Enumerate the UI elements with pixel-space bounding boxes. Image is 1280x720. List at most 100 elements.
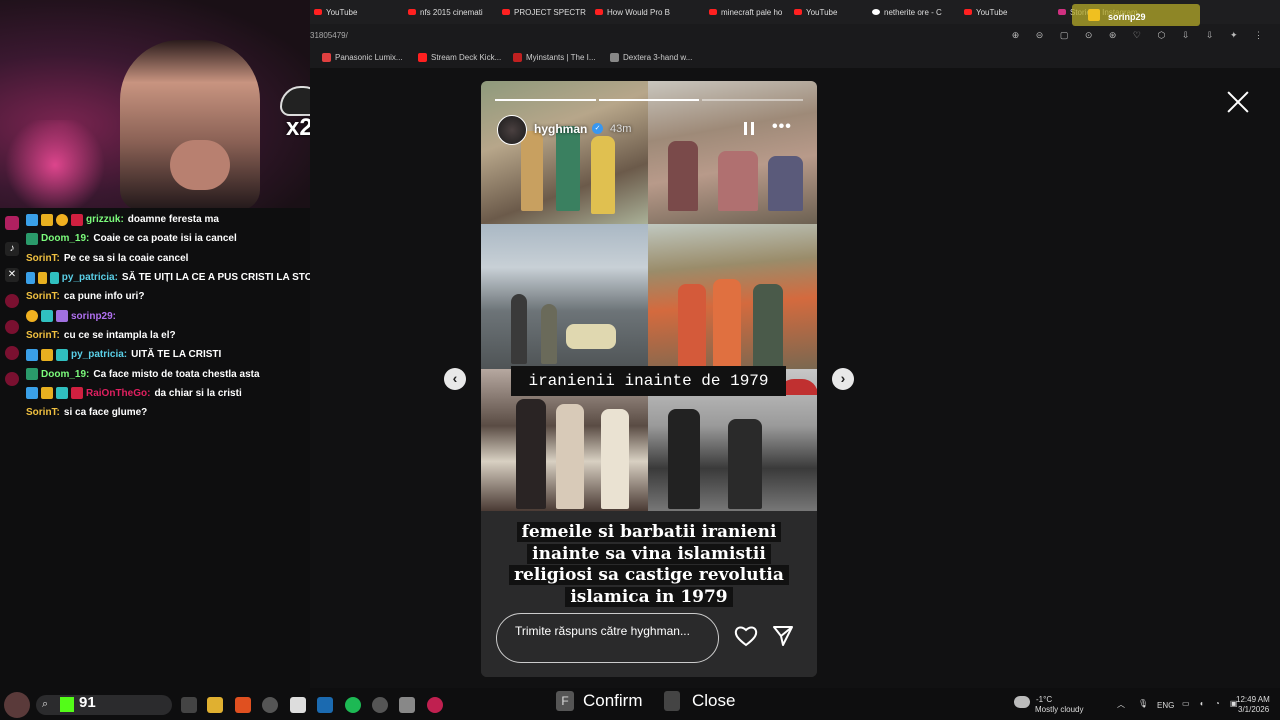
browser-tab[interactable]: netherite ore - C <box>872 6 942 18</box>
language-indicator[interactable]: ENG <box>1157 701 1174 710</box>
chat-text: Coaie ce ca poate isi ia cancel <box>93 233 237 245</box>
close-story-icon[interactable] <box>1226 90 1250 114</box>
chat-username[interactable]: py_patricia: <box>71 349 127 360</box>
browser-tab[interactable]: nfs 2015 cinemati <box>408 6 483 18</box>
youtube-icon <box>794 9 802 15</box>
chat-text: SĂ TE UIȚI LA CE A PUS CRISTI LA STORY <box>121 272 326 284</box>
chat-username[interactable]: Doom_19: <box>41 369 89 380</box>
x-icon: ✕ <box>5 268 19 282</box>
task-view-icon[interactable] <box>181 697 197 713</box>
browser-tab[interactable]: YouTube <box>964 6 1007 18</box>
social-icon-strip: ♪ ✕ <box>2 208 22 398</box>
tab-label: netherite ore - C <box>884 7 942 17</box>
next-story-button[interactable]: › <box>832 368 854 390</box>
browser-tab[interactable]: YouTube <box>314 6 357 18</box>
verified-icon: ✓ <box>592 123 603 134</box>
chat-badge-icon <box>49 271 59 284</box>
chat-badge-icon <box>56 348 68 361</box>
chat-message: sorinp29: <box>26 306 326 325</box>
chat-message: Doom_19: Ca face misto de toata chestla a… <box>26 364 326 383</box>
tab-label: YouTube <box>976 7 1008 17</box>
chat-message: SorinT: ca pune info uri? <box>26 287 326 306</box>
browser-toolbar-icons[interactable]: ⊕ ⊝ ▢ ⊙ ⊛ ♡ ⬡ ⇩ ⇩ ✦ ⋮ <box>1012 30 1270 41</box>
browser-tab[interactable]: YouTube <box>794 6 837 18</box>
chat-badge-icon <box>26 368 38 381</box>
bookmark-favicon-icon <box>610 53 619 62</box>
story-avatar[interactable] <box>497 115 527 145</box>
file-explorer-icon[interactable] <box>207 697 223 713</box>
chat-username[interactable]: py_patricia: <box>62 272 118 283</box>
chat-text: ca pune info uri? <box>63 291 145 303</box>
kick-viewer-count: 91 <box>79 694 96 711</box>
story-caption-bottom: femeile si barbatii iranieni inainte sa … <box>501 522 797 608</box>
youtube-icon <box>595 9 603 15</box>
chat-username[interactable]: grizzuk: <box>86 214 124 225</box>
bookmark-item[interactable]: Panasonic Lumix... <box>322 53 403 62</box>
neon-light <box>0 120 110 208</box>
address-bar[interactable]: 31805479/ ⊕ ⊝ ▢ ⊙ ⊛ ♡ ⬡ ⇩ ⇩ ✦ ⋮ <box>310 24 1280 46</box>
caption-line: femeile si barbatii iranieni <box>516 522 782 542</box>
discord-icon <box>5 346 19 360</box>
chat-message: RaiOnTheGo: da chiar si la cristi <box>26 384 326 403</box>
spotify-icon[interactable] <box>345 697 361 713</box>
send-icon[interactable] <box>772 625 794 647</box>
chat-text: Ca face misto de toata chestla asta <box>93 368 260 380</box>
chat-message: py_patricia: UITĂ TE LA CRISTI <box>26 345 326 364</box>
chevron-up-icon[interactable]: ︿ <box>1117 699 1125 710</box>
story-caption-top: iranienii inainte de 1979 <box>511 366 786 396</box>
chat-badge-icon <box>71 387 83 400</box>
chat-badge-icon <box>26 310 38 323</box>
obs-icon[interactable] <box>262 697 278 713</box>
tab-label: minecraft pale ho <box>721 7 783 17</box>
chat-message: SorinT: cu ce se intampla la el? <box>26 326 326 345</box>
reply-input[interactable]: Trimite răspuns către hyghman... <box>496 613 719 663</box>
opera-icon[interactable] <box>427 697 443 713</box>
chat-message: SorinT: si ca face glume? <box>26 403 326 422</box>
bookmark-item[interactable]: Stream Deck Kick... <box>418 53 501 62</box>
bookmark-label: Dextera 3-hand w... <box>623 53 693 62</box>
heart-icon[interactable] <box>734 625 758 647</box>
story-card: hyghman ✓ 43m ••• iranienii inainte de 1… <box>481 81 817 677</box>
chat-text: Pe ce sa si la coaie cancel <box>63 252 189 264</box>
store-icon[interactable] <box>290 697 306 713</box>
chat-username[interactable]: Doom_19: <box>41 233 89 244</box>
chat-username[interactable]: SorinT: <box>26 407 60 418</box>
system-tray-icons[interactable]: ▭ ◐ ◔ ▣ <box>1182 699 1241 708</box>
instagram-icon <box>5 216 19 230</box>
google-icon <box>872 9 880 15</box>
chat-username[interactable]: RaiOnTheGo: <box>86 388 150 399</box>
game-icon[interactable] <box>399 697 415 713</box>
screen: { "browser": { "tabs": [ {"label": "YouT… <box>0 0 1280 720</box>
pause-icon[interactable] <box>744 122 754 135</box>
youtube-icon <box>314 9 322 15</box>
photo-women-group <box>648 224 817 369</box>
youtube-icon <box>408 9 416 15</box>
app-icon[interactable] <box>372 697 388 713</box>
chat-username[interactable]: SorinT: <box>26 330 60 341</box>
stream-chat: grizzuk: doamne feresta ma Doom_19: Coaie c… <box>26 210 326 422</box>
weather-temp: -1°C <box>1036 695 1053 704</box>
steam-icon[interactable] <box>317 697 333 713</box>
bookmark-item[interactable]: Dextera 3-hand w... <box>610 53 692 62</box>
chat-text: doamne feresta ma <box>127 214 219 226</box>
bookmark-item[interactable]: Myinstants | The I... <box>513 53 596 62</box>
chat-username[interactable]: SorinT: <box>26 253 60 264</box>
previous-story-button[interactable]: ‹ <box>444 368 466 390</box>
story-username[interactable]: hyghman <box>534 122 587 136</box>
story-progress <box>495 99 804 101</box>
browser-tab[interactable]: PROJECT SPECTR <box>502 6 586 18</box>
more-options-icon[interactable]: ••• <box>772 119 792 135</box>
taskbar-search[interactable] <box>36 695 172 715</box>
bookmark-favicon-icon <box>418 53 427 62</box>
kick-logo-icon <box>60 697 74 712</box>
brave-icon[interactable] <box>235 697 251 713</box>
chat-username[interactable]: SorinT: <box>26 291 60 302</box>
weather-desc: Mostly cloudy <box>1035 705 1084 714</box>
chat-username[interactable]: sorinp29: <box>71 311 116 322</box>
mic-icon: 🎙 <box>1138 699 1149 708</box>
multiplier-text: x2 <box>286 114 313 141</box>
browser-tab[interactable]: minecraft pale ho <box>709 6 782 18</box>
browser-tab[interactable]: How Would Pro B <box>595 6 670 18</box>
start-avatar-icon[interactable] <box>4 692 30 718</box>
chat-badge-icon <box>26 232 38 245</box>
